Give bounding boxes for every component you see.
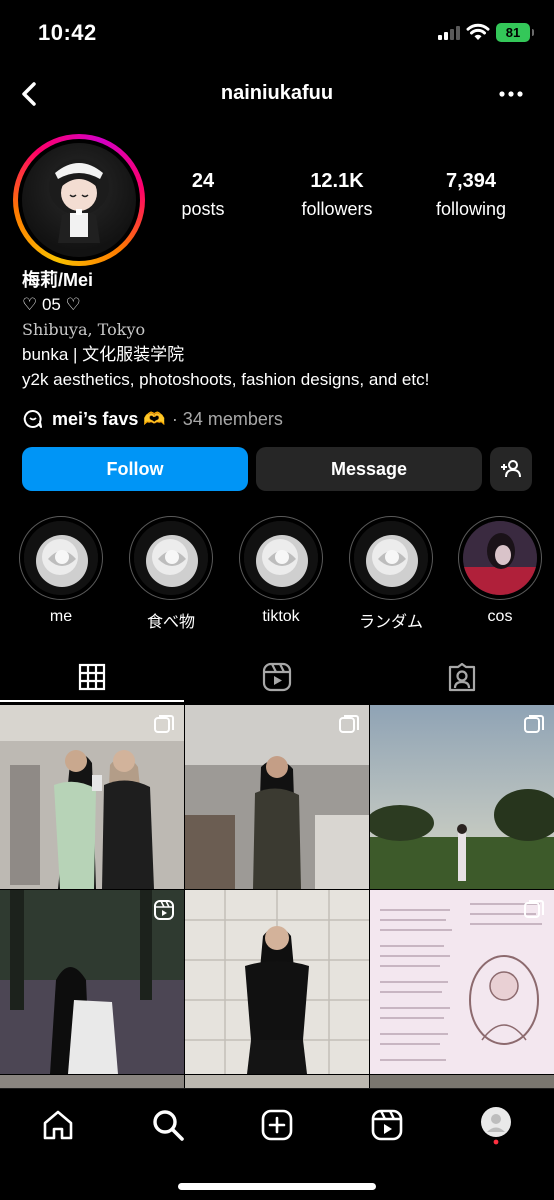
profile-header-bar: nainiukafuu	[0, 70, 554, 118]
post-tile-4[interactable]	[0, 890, 184, 1074]
highlight-label: ランダム	[358, 614, 423, 631]
followers-count[interactable]: 12.1K followers	[277, 170, 397, 220]
rose-image	[134, 521, 208, 595]
posts-count[interactable]: 24 posts	[143, 170, 263, 220]
following-label: following	[435, 199, 507, 219]
followers-value: 12.1K	[310, 170, 364, 192]
tagged-icon	[448, 662, 476, 692]
multi-post-icon	[524, 715, 544, 733]
highlight-random[interactable]: ランダム	[347, 516, 435, 632]
post-tile-3[interactable]	[370, 705, 554, 889]
create-post-icon	[261, 1109, 293, 1141]
bio-line-4: y2k aesthetics, photoshoots, fashion des…	[22, 370, 430, 389]
post-tile-9[interactable]	[370, 1075, 554, 1089]
profile-avatar-icon	[481, 1107, 511, 1145]
rose-image	[244, 521, 318, 595]
add-person-icon	[501, 460, 521, 478]
post-tile-2[interactable]	[185, 705, 369, 889]
channel-icon	[23, 409, 42, 428]
highlight-label: cos	[487, 608, 513, 625]
reel-post-icon	[154, 900, 174, 920]
bio-line-3: bunka | 文化服装学院	[22, 345, 185, 364]
highlight-label: me	[49, 608, 73, 625]
broadcast-channel-link[interactable]: mei’s favs 🫶 · 34 members	[22, 408, 283, 430]
reels-icon	[262, 662, 292, 692]
highlight-label: 食べ物	[146, 614, 195, 631]
display-name: 梅莉/Mei	[22, 270, 94, 290]
more-options-icon[interactable]	[497, 82, 525, 106]
nav-create[interactable]	[257, 1105, 297, 1145]
multi-post-icon	[154, 715, 174, 733]
posts-label: posts	[181, 199, 225, 219]
message-button[interactable]: Message	[256, 447, 482, 491]
profile-bio: 梅莉/Mei ♡ 05 ♡ Shibuya, Tokyo bunka | 文化服…	[22, 268, 542, 392]
status-bar: 10:42 81	[0, 0, 554, 64]
following-value: 7,394	[445, 170, 497, 192]
notification-dot	[493, 1139, 499, 1145]
following-count[interactable]: 7,394 following	[411, 170, 531, 220]
bio-location: Shibuya, Tokyo	[22, 320, 146, 339]
nav-home[interactable]	[38, 1105, 78, 1145]
wifi-icon	[466, 23, 490, 40]
highlight-tiktok[interactable]: tiktok	[237, 516, 325, 626]
post-tile-8[interactable]	[185, 1075, 369, 1089]
followers-label: followers	[301, 199, 373, 219]
nav-reels[interactable]	[367, 1105, 407, 1145]
search-icon	[153, 1110, 184, 1141]
home-indicator	[178, 1183, 376, 1190]
tab-reels[interactable]	[185, 655, 369, 699]
highlight-label: tiktok	[262, 608, 300, 625]
highlight-me[interactable]: me	[17, 516, 105, 626]
post-tile-5[interactable]	[185, 890, 369, 1074]
cos-photo	[463, 521, 537, 595]
profile-avatar[interactable]	[22, 143, 136, 257]
home-icon	[43, 1110, 73, 1140]
reels-nav-icon	[371, 1109, 403, 1141]
suggested-users-button[interactable]	[490, 447, 532, 491]
nav-search[interactable]	[148, 1105, 188, 1145]
clock: 10:42	[38, 20, 97, 45]
post-tile-6[interactable]	[370, 890, 554, 1074]
posts-value: 24	[191, 170, 215, 192]
bio-line-1: ♡ 05 ♡	[22, 295, 81, 314]
multi-post-icon	[524, 900, 544, 918]
channel-members: · 34 members	[171, 408, 283, 429]
cellular-signal-icon	[438, 26, 460, 40]
follow-button[interactable]: Follow	[22, 447, 248, 491]
grid-icon	[78, 663, 106, 691]
highlight-food[interactable]: 食べ物	[127, 516, 215, 632]
profile-username: nainiukafuu	[220, 82, 334, 104]
battery-level: 81	[505, 25, 521, 40]
post-tile-7[interactable]	[0, 1075, 184, 1089]
active-tab-indicator	[0, 700, 184, 702]
battery-icon: 81	[496, 23, 534, 42]
post-tile-1[interactable]	[0, 705, 184, 889]
story-ring[interactable]	[13, 134, 145, 266]
rose-image	[24, 521, 98, 595]
multi-post-icon	[339, 715, 359, 733]
nav-profile[interactable]	[476, 1105, 516, 1145]
highlight-cos[interactable]: cos	[456, 516, 544, 626]
rose-image	[354, 521, 428, 595]
tab-tagged[interactable]	[370, 655, 554, 699]
tab-grid[interactable]	[0, 655, 184, 699]
channel-name: mei’s favs 🫶	[52, 408, 166, 429]
